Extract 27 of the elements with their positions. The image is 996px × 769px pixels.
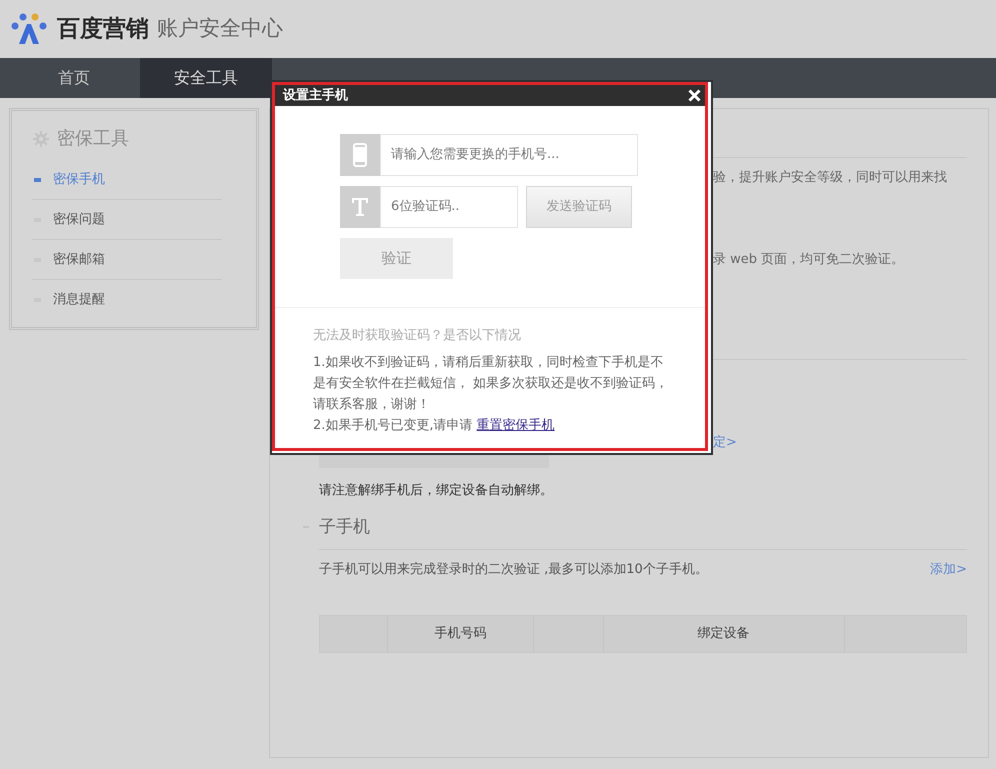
sidebar-item[interactable]: 消息提醒 (32, 280, 222, 320)
description-text: 录 web 页面，均可免二次验证。 (713, 252, 904, 266)
section-title: 子手机 (319, 516, 370, 538)
phone-field[interactable]: 请输入您需要更换的手机号... (380, 134, 638, 176)
help-title: 无法及时获取验证码？是否以下情况 (313, 327, 522, 345)
site-title: 账户安全中心 (157, 15, 283, 42)
description-text: 验，提升账户安全等级，同时可以用来找 (713, 170, 947, 185)
nav-tab[interactable]: 首页 (8, 58, 140, 98)
brand-name: 百度营销 (57, 14, 149, 44)
column-header: 手机号码 (388, 616, 534, 652)
notice-text: 请注意解绑手机后，绑定设备自动解绑。 (319, 483, 553, 498)
dialog-title: 设置主手机 (283, 86, 348, 105)
code-field[interactable]: 6位验证码.. (380, 186, 518, 228)
column-header: 绑定设备 (604, 616, 845, 652)
close-icon[interactable] (688, 89, 701, 102)
sidebar-item[interactable]: 密保问题 (32, 200, 222, 240)
reset-phone-link[interactable]: 重置密保手机 (476, 418, 555, 432)
text-icon (352, 198, 368, 216)
sidebar-item[interactable]: 密保手机 (32, 160, 222, 200)
help-text: 2.如果手机号已变更,请申请 (313, 418, 474, 432)
logo-icon (9, 12, 49, 46)
nav-tab[interactable]: 安全工具 (140, 58, 272, 98)
description-text: 子手机可以用来完成登录时的二次验证 ,最多可以添加10个子手机。 (319, 561, 708, 579)
help-text: 1.如果收不到验证码，请稍后重新获取，同时检查下手机是不是有安全软件在拦截短信， 如果多次获取还是收不到验证码，请联系客服，谢谢！ (313, 354, 670, 414)
sidebar-title: 密保工具 (57, 127, 129, 151)
phone-icon (353, 143, 367, 167)
sidebar-item[interactable]: 密保邮箱 (32, 240, 222, 280)
